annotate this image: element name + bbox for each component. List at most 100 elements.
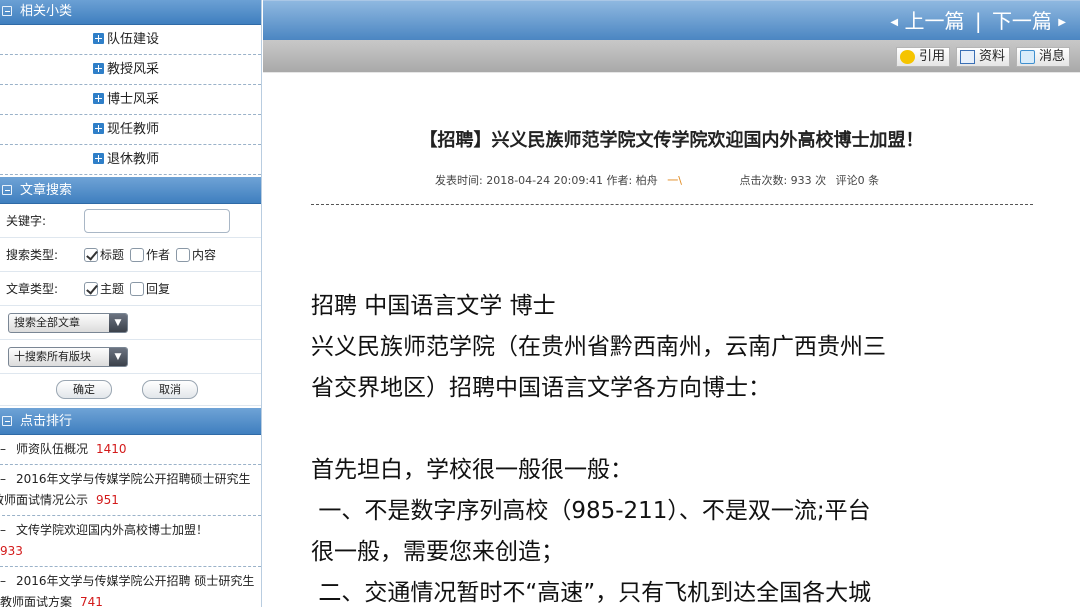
category-item-professors[interactable]: 教授风采 <box>0 55 261 85</box>
body-line: 一、不是数字序列高校（985-211）、不是双一流;平台 <box>311 498 871 524</box>
quote-label: 引用 <box>918 49 945 64</box>
search-header: 文章搜索 <box>0 177 261 204</box>
sidebar: 相关小类 队伍建设 教授风采 博士风采 现任教师 退休教师 文章搜索 关键字: … <box>0 0 262 607</box>
ranking-count: 1410 <box>96 442 127 456</box>
document-icon <box>959 50 975 64</box>
article-meta: 发表时间: 2018-04-24 20:09:41 作者: 柏舟 一\ 点击次数… <box>435 172 879 188</box>
next-arrow-icon: ▶ <box>1058 17 1066 28</box>
plus-icon <box>93 63 104 74</box>
article-type-row: 文章类型: 主题 回复 <box>0 272 261 306</box>
author: 作者: 柏舟 <box>606 174 658 187</box>
hit-count: 点击次数: 933 次 <box>739 174 827 187</box>
ranking-item[interactable]: – 文传学院欢迎国内外高校博士加盟！ 933 <box>0 516 261 567</box>
message-label: 消息 <box>1038 49 1065 64</box>
search-type-row: 搜索类型: 标题 作者 内容 <box>0 238 261 272</box>
ranking-header: 点击排行 <box>0 408 261 435</box>
keyword-row: 关键字: <box>0 204 261 238</box>
article-type-topic-checkbox[interactable]: 主题 <box>84 280 124 297</box>
article-title: 【招聘】兴义民族师范学院文传学院欢迎国内外高校博士加盟！ <box>419 130 924 151</box>
confirm-button[interactable]: 确定 <box>56 380 112 399</box>
ranking-count: 951 <box>96 493 119 507</box>
body-line: 招聘 中国语言文学 博士 <box>311 293 556 319</box>
article-scope-select[interactable]: 搜索全部文章 ▼ <box>8 312 128 333</box>
collapse-icon[interactable] <box>2 6 12 16</box>
search-buttons: 确定 取消 <box>0 374 261 406</box>
plus-icon <box>93 153 104 164</box>
plus-icon <box>93 93 104 104</box>
prev-arrow-icon: ◀ <box>890 17 899 28</box>
ranking-link[interactable]: 2016年文学与传媒学院公开招聘硕士研究生教师面试情况公示 <box>0 472 251 507</box>
category-label: 博士风采 <box>107 92 160 107</box>
bullet: – <box>0 472 6 486</box>
ranking-link[interactable]: 师资队伍概况 <box>16 442 88 456</box>
category-item-team[interactable]: 队伍建设 <box>0 25 261 55</box>
ranking-item[interactable]: –2016年文学与传媒学院公开招聘 硕士研究生教师面试方案 741 <box>0 567 261 607</box>
ranking-item[interactable]: –2016年文学与传媒学院公开招聘硕士研究生教师面试情况公示 951 <box>0 465 261 516</box>
article-body: 招聘 中国语言文学 博士 兴义民族师范学院（在贵州省黔西南州，云南广西贵州三 省… <box>311 286 1039 607</box>
checkbox-label: 回复 <box>146 282 171 296</box>
keyword-label: 关键字: <box>6 214 47 228</box>
collapse-icon[interactable] <box>2 185 12 195</box>
publish-time: 发表时间: 2018-04-24 20:09:41 <box>435 174 604 187</box>
quote-icon <box>899 50 915 64</box>
quote-button[interactable]: 引用 <box>895 47 950 67</box>
board-scope-row: 十搜索所有版块 ▼ <box>0 340 261 374</box>
checkbox-label: 标题 <box>100 248 125 262</box>
checkbox-label: 内容 <box>192 248 217 262</box>
profile-button[interactable]: 资料 <box>955 47 1010 67</box>
category-label: 退休教师 <box>107 152 160 167</box>
article-type-reply-checkbox[interactable]: 回复 <box>130 280 170 297</box>
body-line: 二、交通情况暂时不“高速”，只有飞机到达全国各大城 <box>311 580 872 606</box>
body-line: 兴义民族师范学院（在贵州省黔西南州，云南广西贵州三 <box>311 334 886 360</box>
body-line: 很一般，需要您来创造； <box>311 539 564 565</box>
search-type-author-checkbox[interactable]: 作者 <box>130 246 170 263</box>
category-label: 教授风采 <box>107 62 160 77</box>
search-type-title-checkbox[interactable]: 标题 <box>84 246 124 263</box>
article-nav-bar: ◀ 上一篇 | 下一篇 ▶ <box>263 0 1080 40</box>
toolbar-buttons: 引用 资料 消息 <box>895 47 1070 67</box>
search-type-content-checkbox[interactable]: 内容 <box>176 246 216 263</box>
categories-header: 相关小类 <box>0 0 261 25</box>
message-button[interactable]: 消息 <box>1015 47 1070 67</box>
cancel-button[interactable]: 取消 <box>142 380 198 399</box>
checkbox-icon <box>130 247 145 262</box>
message-icon <box>1019 50 1035 64</box>
article-scope-row: 搜索全部文章 ▼ <box>0 306 261 340</box>
keyword-input[interactable] <box>84 208 230 233</box>
checkbox-icon <box>130 281 145 296</box>
category-label: 队伍建设 <box>107 32 160 47</box>
ranking-count: 933 <box>0 544 23 558</box>
ranking-link[interactable]: 文传学院欢迎国内外高校博士加盟！ <box>16 523 208 537</box>
prev-article-link[interactable]: 上一篇 <box>904 9 964 33</box>
next-article-link[interactable]: 下一篇 <box>992 9 1052 33</box>
category-item-doctors[interactable]: 博士风采 <box>0 85 261 115</box>
ranking-item[interactable]: – 师资队伍概况 1410 <box>0 435 261 465</box>
checkbox-icon <box>176 247 191 262</box>
search-type-label: 搜索类型: <box>6 248 59 262</box>
collapse-icon[interactable] <box>2 416 12 426</box>
dropdown-arrow-icon: ▼ <box>109 347 127 366</box>
author-signature: 一\ <box>667 174 682 187</box>
article-panel: ◀ 上一篇 | 下一篇 ▶ 引用 资料 消息 【招聘】兴义民族师范学院文传学院欢… <box>263 0 1080 607</box>
ranking-list: – 师资队伍概况 1410 –2016年文学与传媒学院公开招聘硕士研究生教师面试情况… <box>0 435 261 607</box>
checkbox-checked-icon <box>84 247 98 262</box>
dropdown-arrow-icon: ▼ <box>109 313 127 332</box>
checkbox-label: 主题 <box>100 282 125 296</box>
bullet: – <box>0 523 6 537</box>
category-item-current-teachers[interactable]: 现任教师 <box>0 115 261 145</box>
select-value: 十搜索所有版块 <box>14 349 91 363</box>
checkbox-checked-icon <box>84 281 98 296</box>
select-value: 搜索全部文章 <box>14 315 80 329</box>
profile-label: 资料 <box>978 49 1005 64</box>
ranking-link[interactable]: 2016年文学与传媒学院公开招聘 硕士研究生教师面试方案 <box>0 574 254 607</box>
plus-icon <box>93 123 104 134</box>
search-title: 文章搜索 <box>20 183 73 198</box>
ranking-count: 741 <box>80 595 103 607</box>
body-line-blank <box>311 409 1039 450</box>
category-list: 队伍建设 教授风采 博士风采 现任教师 退休教师 <box>0 25 261 175</box>
body-line: 省交界地区）招聘中国语言文学各方向博士： <box>311 375 771 401</box>
category-item-retired-teachers[interactable]: 退休教师 <box>0 145 261 175</box>
board-scope-select[interactable]: 十搜索所有版块 ▼ <box>8 346 128 367</box>
category-label: 现任教师 <box>107 122 160 137</box>
plus-icon <box>93 33 104 44</box>
